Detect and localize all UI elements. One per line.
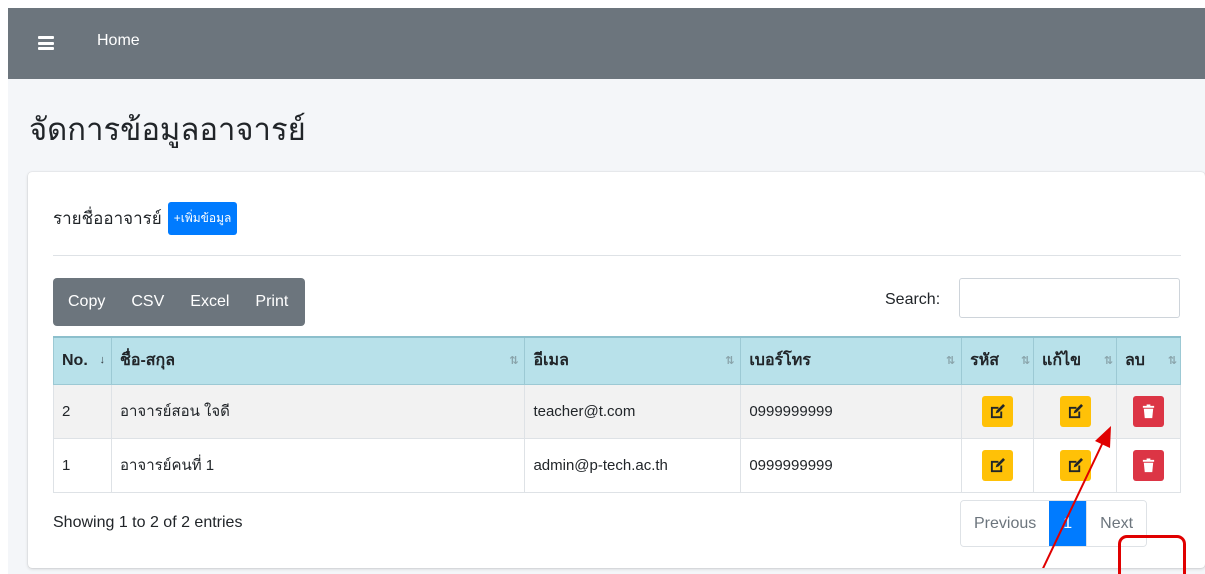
delete-button[interactable] [1132,395,1164,427]
row-email: teacher@t.com [524,383,742,439]
row-edit-cell [1033,437,1117,493]
search-input[interactable] [959,278,1180,318]
card-header: รายชื่ออาจารย์ +เพิ่มข้อมูล [53,202,238,235]
sort-desc-icon: ↓ [99,354,105,366]
row-phone: 0999999999 [740,437,963,493]
edit-icon [991,403,1006,418]
row-delete-cell [1115,383,1182,439]
sort-icon: ⇅ [509,355,519,367]
col-header-edit[interactable]: แก้ไข ⇅ [1033,336,1117,385]
excel-button[interactable]: Excel [177,278,242,326]
previous-button[interactable]: Previous [961,501,1050,546]
trash-icon [1142,457,1155,472]
row-no: 2 [53,383,112,439]
table-row: 1 อาจารย์คนที่ 1 admin@p-tech.ac.th 0999… [53,437,1182,493]
next-button[interactable]: Next [1086,501,1147,546]
edit-icon [1068,457,1083,472]
row-code-cell [961,437,1035,493]
col-header-code[interactable]: รหัส ⇅ [961,336,1035,385]
page-1-button[interactable]: 1 [1049,501,1087,546]
col-header-name[interactable]: ชื่อ-สกุล ⇅ [110,336,526,385]
sort-icon: ⇅ [945,355,956,367]
csv-button[interactable]: CSV [118,278,177,326]
sort-icon: ⇅ [1020,355,1031,367]
delete-button[interactable] [1132,449,1164,481]
pagination: Previous 1 Next [960,500,1148,547]
row-delete-cell [1115,437,1182,493]
print-button[interactable]: Print [242,278,305,326]
col-header-phone[interactable]: เบอร์โทร ⇅ [740,336,963,385]
teacher-table: No. ↓ ชื่อ-สกุล ⇅ อีเมล ⇅ เบอร์โทร ⇅ รหัส ⇅ แ… [53,336,1182,493]
row-phone: 0999999999 [740,383,963,439]
edit-button[interactable] [1059,449,1091,481]
edit-button[interactable] [1059,395,1091,427]
col-header-delete[interactable]: ลบ ⇅ [1115,336,1182,385]
table-row: 2 อาจารย์สอน ใจดี teacher@t.com 09999999… [53,383,1182,439]
export-button-group: Copy CSV Excel Print [53,278,306,326]
row-edit-cell [1033,383,1117,439]
code-button[interactable] [982,449,1014,481]
hamburger-icon[interactable] [38,36,54,50]
row-name: อาจารย์คนที่ 1 [110,437,526,493]
row-no: 1 [53,437,112,493]
table-header-row: No. ↓ ชื่อ-สกุล ⇅ อีเมล ⇅ เบอร์โทร ⇅ รหัส ⇅ แ… [53,336,1182,385]
sort-icon: ⇅ [1167,355,1177,367]
row-email: admin@p-tech.ac.th [524,437,742,493]
row-code-cell [961,383,1035,439]
table-info: Showing 1 to 2 of 2 entries [53,514,243,531]
copy-button[interactable]: Copy [53,278,118,326]
divider [53,255,1181,256]
top-navbar: Home [8,8,1205,79]
sort-icon: ⇅ [725,355,735,367]
col-header-no[interactable]: No. ↓ [53,336,112,385]
trash-icon [1142,403,1155,418]
teacher-list-card: รายชื่ออาจารย์ +เพิ่มข้อมูล Copy CSV Exc… [28,172,1205,574]
search-label: Search: [885,291,941,308]
home-link[interactable]: Home [97,32,140,50]
card-title: รายชื่ออาจารย์ [53,209,162,228]
edit-icon [991,457,1006,472]
row-name: อาจารย์สอน ใจดี [110,383,526,439]
page-title: จัดการข้อมูลอาจารย์ [29,112,306,147]
code-button[interactable] [982,395,1014,427]
add-data-button[interactable]: +เพิ่มข้อมูล [167,202,238,235]
sort-icon: ⇅ [1103,355,1113,367]
edit-icon [1068,403,1083,418]
app-frame: Home จัดการข้อมูลอาจารย์ รายชื่ออาจารย์ … [8,8,1205,574]
col-header-email[interactable]: อีเมล ⇅ [524,336,742,385]
